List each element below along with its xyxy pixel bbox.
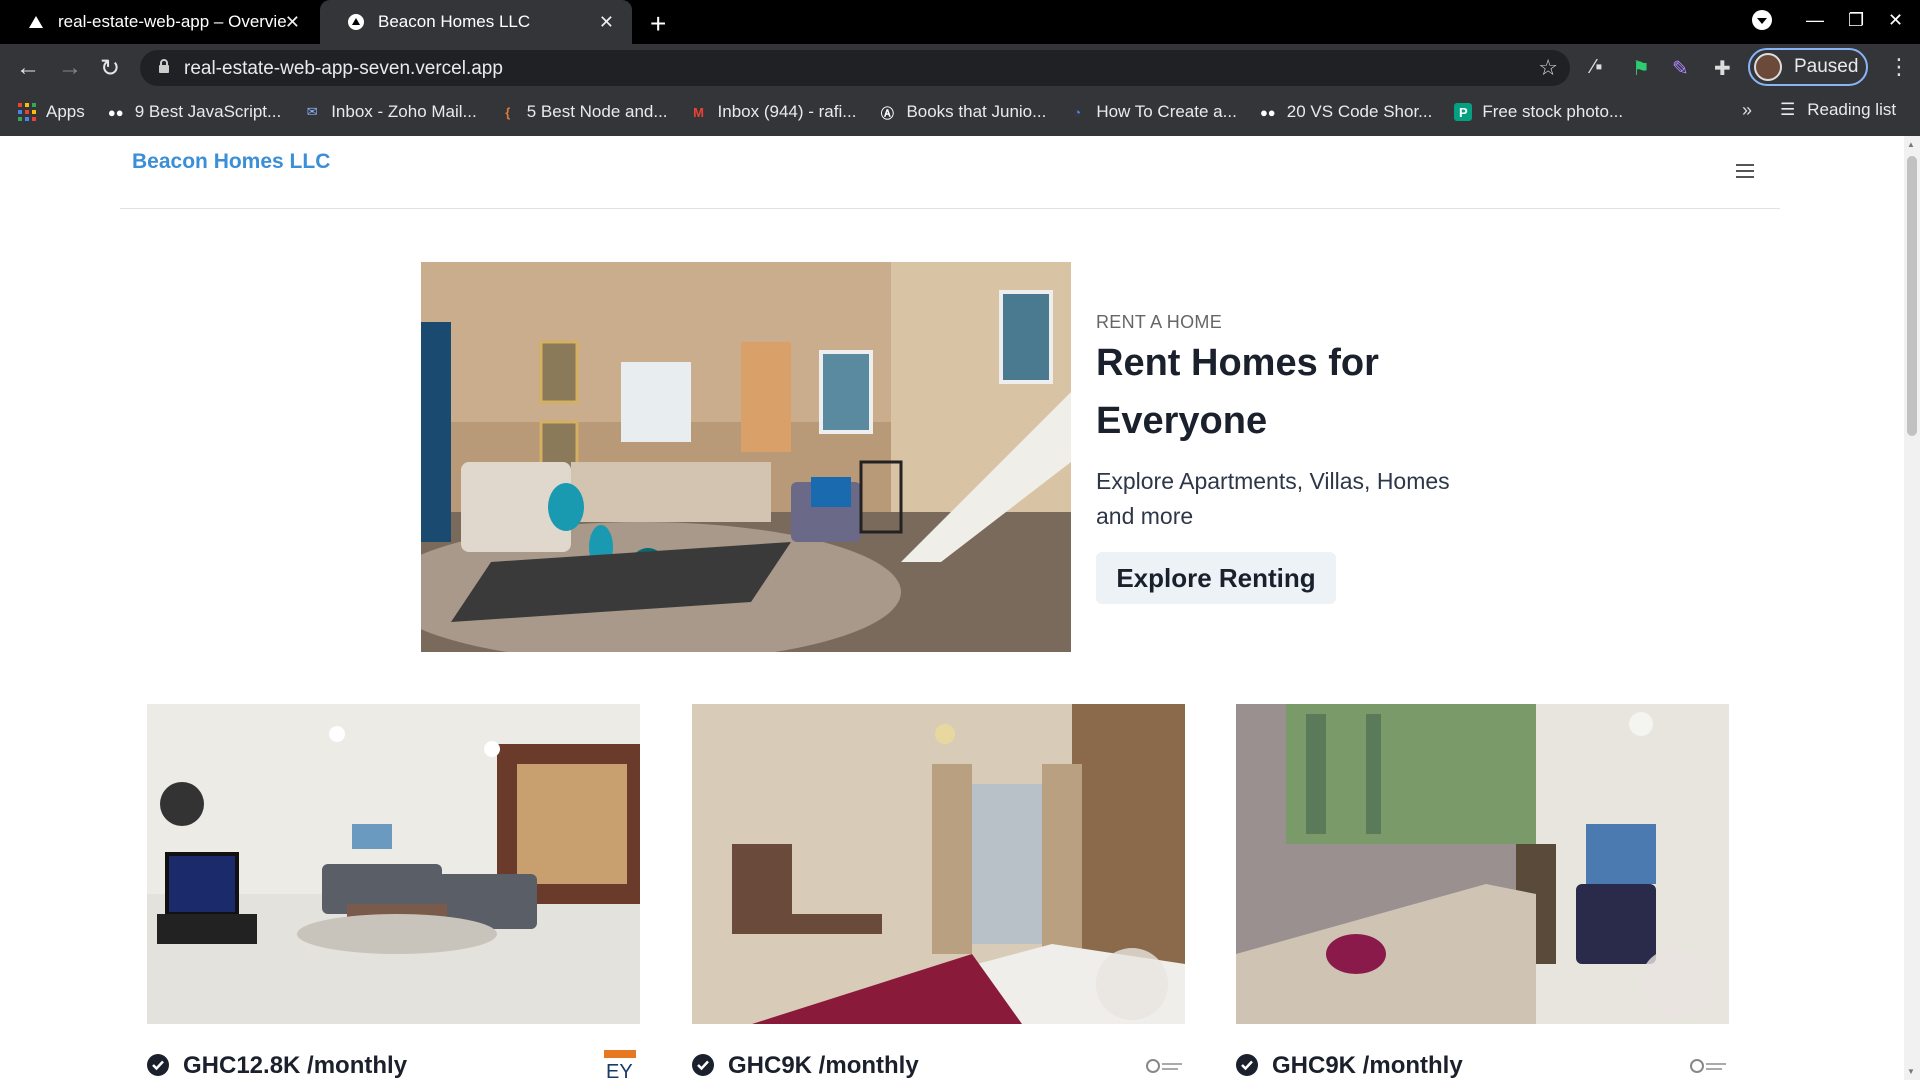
verified-check-icon xyxy=(147,1054,169,1076)
browser-toolbar: ← → ↻ real-estate-web-app-seven.vercel.a… xyxy=(0,44,1920,136)
hamburger-menu-icon[interactable] xyxy=(1736,164,1754,182)
site-icon: ◔ xyxy=(1073,104,1082,120)
browser-tab-beacon[interactable]: Beacon Homes LLC ✕ xyxy=(320,0,632,44)
bookmark-item[interactable]: P Free stock photo... xyxy=(1454,102,1623,122)
avatar xyxy=(1754,53,1782,81)
page-scrollbar[interactable]: ▲ ▼ xyxy=(1904,136,1920,1080)
url-text: real-estate-web-app-seven.vercel.app xyxy=(184,58,503,79)
listing-card[interactable]: GHC9K /monthly xyxy=(692,704,1185,1080)
site-brand-link[interactable]: Beacon Homes LLC xyxy=(132,150,330,174)
verified-check-icon xyxy=(1236,1054,1258,1076)
site-icon: Ⓐ xyxy=(880,105,894,121)
bookmark-item[interactable]: Ⓐ Books that Junio... xyxy=(878,102,1046,122)
profile-button[interactable]: Paused xyxy=(1748,48,1868,86)
agency-logo-icon xyxy=(1145,1050,1185,1080)
bookmark-icon: { xyxy=(505,104,511,120)
vercel-icon xyxy=(348,14,364,30)
explore-renting-button[interactable]: Explore Renting xyxy=(1096,552,1336,604)
hero-title: Rent Homes for Everyone xyxy=(1096,342,1379,442)
agency-logo-icon xyxy=(1689,1050,1729,1080)
listing-photo xyxy=(692,704,1185,1024)
scroll-down-icon[interactable]: ▼ xyxy=(1907,1067,1915,1076)
vercel-icon xyxy=(28,14,44,30)
listing-price: GHC9K /monthly xyxy=(1272,1052,1463,1079)
tab-title: Beacon Homes LLC xyxy=(378,12,531,31)
more-bookmarks-icon[interactable]: » xyxy=(1742,100,1752,121)
extension-icon[interactable]: ⚑ xyxy=(1632,56,1650,81)
reload-icon[interactable]: ↻ xyxy=(100,54,120,83)
bookmarks-bar: Apps ●● 9 Best JavaScript... ✉ Inbox - Z… xyxy=(0,92,1920,132)
extension-icon[interactable]: ✎ xyxy=(1672,56,1689,81)
close-icon[interactable]: ✕ xyxy=(599,12,614,33)
bookmark-apps[interactable]: Apps xyxy=(18,102,85,122)
bookmark-item[interactable]: ✉ Inbox - Zoho Mail... xyxy=(303,102,477,122)
reading-list-button[interactable]: ☰ Reading list xyxy=(1780,100,1896,120)
bookmark-item[interactable]: { 5 Best Node and... xyxy=(499,102,667,122)
svg-text:EY: EY xyxy=(606,1061,633,1080)
page-viewport: Beacon Homes LLC RENT A HOME Rent Homes … xyxy=(0,136,1920,1080)
apps-grid-icon xyxy=(18,103,36,121)
address-bar[interactable]: real-estate-web-app-seven.vercel.app ☆ xyxy=(140,50,1570,86)
tab-search-icon[interactable] xyxy=(1752,10,1772,35)
listing-photo xyxy=(1236,704,1729,1024)
listing-card[interactable]: GHC9K /monthly xyxy=(1236,704,1729,1080)
new-tab-icon[interactable]: + xyxy=(650,8,666,40)
puzzle-icon[interactable]: ✚ xyxy=(1714,56,1731,81)
medium-icon: ●● xyxy=(107,104,124,120)
agency-logo-icon: EY xyxy=(600,1050,640,1080)
hero-subtitle: Explore Apartments, Villas, Homes and mo… xyxy=(1096,468,1450,529)
forward-icon[interactable]: → xyxy=(58,54,82,82)
bookmark-item[interactable]: M Inbox (944) - rafi... xyxy=(690,102,856,122)
medium-icon: ●● xyxy=(1259,104,1276,120)
zoho-mail-icon: ✉ xyxy=(306,104,318,119)
hero-eyebrow: RENT A HOME xyxy=(1096,312,1222,332)
bookmark-item[interactable]: ●● 20 VS Code Shor... xyxy=(1259,102,1432,122)
listing-card[interactable]: GHC12.8K /monthly EY xyxy=(147,704,640,1080)
pexels-icon: P xyxy=(1454,103,1473,121)
browser-tab-overview[interactable]: real-estate-web-app – Overvie ✕ xyxy=(0,0,318,44)
scrollbar-thumb[interactable] xyxy=(1907,156,1917,436)
listing-price: GHC9K /monthly xyxy=(728,1052,919,1079)
header-divider xyxy=(120,208,1780,209)
lock-icon xyxy=(158,59,170,73)
browser-tab-bar: real-estate-web-app – Overvie ✕ Beacon H… xyxy=(0,0,1920,44)
hero-image xyxy=(421,262,1071,652)
extension-icon[interactable]: ⁄▪ xyxy=(1592,56,1602,79)
bookmark-star-icon[interactable]: ☆ xyxy=(1538,55,1558,81)
scroll-up-icon[interactable]: ▲ xyxy=(1907,140,1915,149)
restore-icon[interactable]: ❐ xyxy=(1848,10,1864,31)
close-icon[interactable]: ✕ xyxy=(285,12,300,33)
close-window-icon[interactable]: ✕ xyxy=(1888,10,1903,31)
back-icon[interactable]: ← xyxy=(16,54,40,82)
listing-price: GHC12.8K /monthly xyxy=(183,1052,408,1079)
bookmark-item[interactable]: ◔ How To Create a... xyxy=(1068,102,1236,122)
verified-check-icon xyxy=(692,1054,714,1076)
bookmark-item[interactable]: ●● 9 Best JavaScript... xyxy=(107,102,281,122)
menu-icon[interactable]: ⋮ xyxy=(1888,54,1910,80)
gmail-icon: M xyxy=(693,104,704,120)
tab-title: real-estate-web-app – Overvie xyxy=(58,12,287,31)
listing-photo xyxy=(147,704,640,1024)
reading-list-icon: ☰ xyxy=(1780,100,1796,119)
minimize-icon[interactable]: — xyxy=(1806,10,1824,31)
